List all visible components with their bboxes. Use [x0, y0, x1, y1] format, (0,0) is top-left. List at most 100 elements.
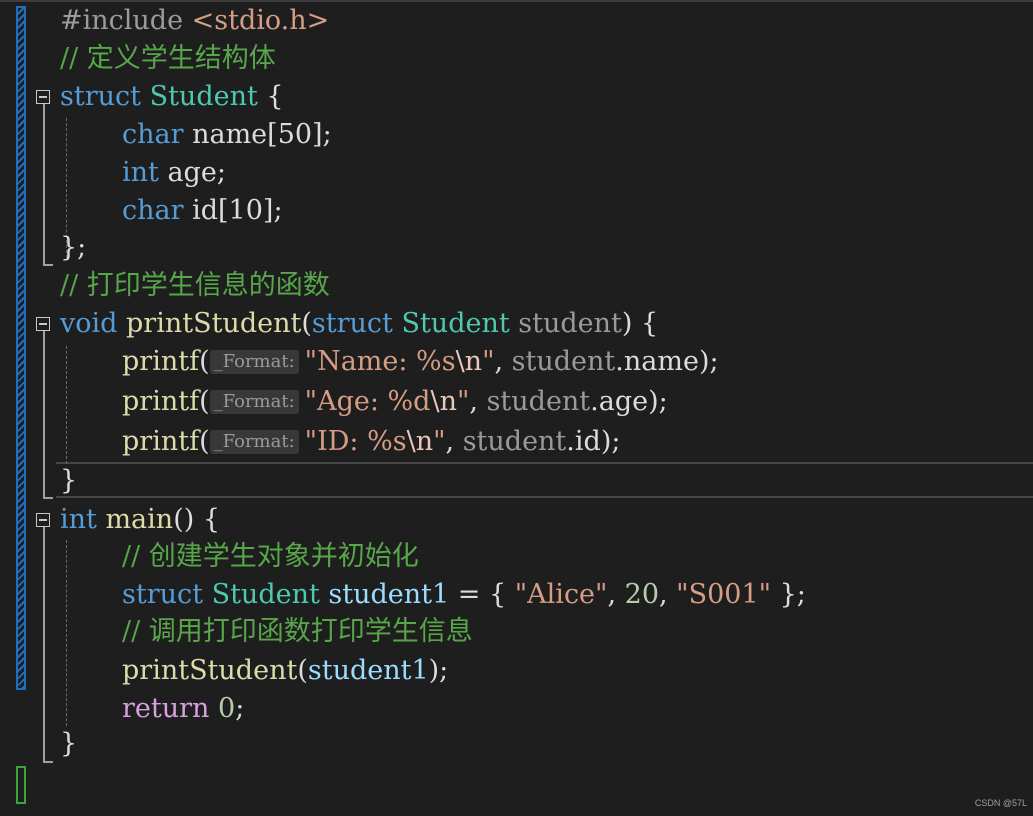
escape-sequence: \n: [406, 426, 434, 457]
escape-sequence: \n: [455, 346, 483, 377]
member-access: .id: [566, 426, 601, 457]
punctuation: {: [257, 81, 284, 112]
string-literal: "Name: %s: [304, 346, 456, 377]
keyword: int: [122, 157, 159, 188]
parameter-ref: student: [511, 346, 616, 377]
punctuation: );: [698, 346, 719, 377]
fold-line-function: [43, 331, 45, 499]
comment: // 创建学生对象并初始化: [122, 541, 419, 572]
punctuation: );: [428, 655, 449, 686]
punctuation: }: [60, 728, 78, 759]
header-name: <stdio.h>: [191, 5, 330, 36]
code-line-comment[interactable]: // 定义学生结构体: [60, 40, 276, 78]
type-name: Student: [401, 308, 510, 339]
watermark: CSDN @57L: [974, 798, 1027, 808]
keyword: struct: [60, 81, 141, 112]
keyword: struct: [122, 579, 203, 610]
code-line-include[interactable]: #include <stdio.h>: [60, 2, 329, 40]
indent-guide: [66, 540, 67, 726]
code-line-struct-close[interactable]: };: [60, 229, 86, 267]
string-literal: ": [482, 346, 495, 377]
function-name: main: [96, 504, 174, 535]
indent-guide: [66, 346, 67, 464]
code-line-return[interactable]: return 0;: [122, 690, 244, 728]
punctuation: (: [199, 386, 210, 417]
string-literal: "Age: %d: [304, 386, 431, 417]
collapse-main-icon[interactable]: [36, 513, 50, 527]
code-line-function-close[interactable]: }: [60, 462, 77, 500]
string-literal: "S001": [676, 579, 772, 610]
parameter-inlay-hint: _Format:: [209, 350, 299, 374]
punctuation: ;: [235, 693, 245, 724]
punctuation: };: [60, 232, 87, 263]
code-editor[interactable]: #include <stdio.h> // 定义学生结构体 struct Stu…: [0, 0, 1033, 816]
fold-line-struct: [43, 104, 45, 266]
escape-sequence: \n: [430, 386, 457, 417]
current-line-highlight: [56, 462, 1033, 498]
variable-name: student1: [307, 655, 429, 686]
code-line-field-name[interactable]: char name[50];: [122, 116, 332, 154]
field-decl: age;: [158, 157, 226, 188]
function-call: printStudent: [122, 655, 298, 686]
punctuation: (: [199, 426, 210, 457]
comment: // 打印学生信息的函数: [60, 270, 330, 301]
keyword: char: [122, 119, 184, 150]
punctuation: () {: [173, 504, 221, 535]
code-line-function-decl[interactable]: void printStudent(struct Student student…: [60, 305, 658, 343]
code-line-field-id[interactable]: char id[10];: [122, 192, 283, 230]
punctuation: ,: [445, 426, 463, 457]
function-name: printStudent: [117, 308, 302, 339]
code-line-comment[interactable]: // 打印学生信息的函数: [60, 267, 330, 305]
number-literal: 0: [209, 693, 236, 724]
keyword: return: [122, 693, 210, 724]
code-line-printf-id[interactable]: printf(_Format: "ID: %s\n", student.id);: [122, 423, 620, 461]
punctuation: ,: [494, 346, 512, 377]
code-line-comment[interactable]: // 创建学生对象并初始化: [122, 538, 419, 576]
punctuation: };: [771, 579, 806, 610]
code-line-student-init[interactable]: struct Student student1 = { "Alice", 20,…: [122, 576, 806, 614]
parameter-name: student: [509, 308, 622, 339]
code-line-printf-name[interactable]: printf(_Format: "Name: %s\n", student.nam…: [122, 343, 719, 381]
string-literal: "ID: %s: [304, 426, 407, 457]
collapse-struct-icon[interactable]: [36, 90, 50, 104]
punctuation: );: [600, 426, 621, 457]
function-call: printf: [122, 386, 200, 417]
string-literal: ": [456, 386, 470, 417]
punctuation: );: [648, 386, 668, 417]
code-line-comment[interactable]: // 调用打印函数打印学生信息: [122, 613, 473, 651]
function-call: printf: [122, 346, 200, 377]
fold-end-main: [43, 761, 53, 763]
code-line-struct-decl[interactable]: struct Student {: [60, 78, 284, 116]
code-line-print-call[interactable]: printStudent(student1);: [122, 652, 448, 690]
code-line-main-close[interactable]: }: [60, 725, 77, 763]
punctuation: (: [297, 655, 308, 686]
parameter-inlay-hint: _Format:: [209, 430, 299, 454]
member-access: .age: [590, 386, 649, 417]
variable-name: student1: [319, 579, 450, 610]
punctuation: ) {: [621, 308, 659, 339]
type-name: Student: [149, 81, 258, 112]
punctuation: = {: [449, 579, 515, 610]
comment: // 调用打印函数打印学生信息: [122, 616, 473, 647]
code-line-field-age[interactable]: int age;: [122, 154, 226, 192]
code-line-main-decl[interactable]: int main() {: [60, 501, 220, 539]
keyword: struct: [311, 308, 393, 339]
preprocessor-directive: #include: [60, 5, 192, 36]
fold-end-function: [43, 497, 53, 499]
collapse-function-icon[interactable]: [36, 317, 50, 331]
comment: // 定义学生结构体: [60, 43, 276, 74]
type-name: Student: [211, 579, 320, 610]
function-call: printf: [122, 426, 200, 457]
parameter-inlay-hint: _Format:: [209, 390, 299, 414]
field-decl: id[10];: [183, 195, 283, 226]
string-literal: ": [433, 426, 446, 457]
number-literal: 20: [624, 579, 659, 610]
punctuation: (: [301, 308, 312, 339]
keyword: char: [122, 195, 184, 226]
keyword: void: [60, 308, 118, 339]
punctuation: ,: [469, 386, 487, 417]
punctuation: }: [60, 465, 78, 496]
code-line-printf-age[interactable]: printf(_Format: "Age: %d\n", student.age)…: [122, 383, 668, 421]
saved-change-indicator-bar: [16, 766, 26, 804]
keyword: int: [60, 504, 97, 535]
